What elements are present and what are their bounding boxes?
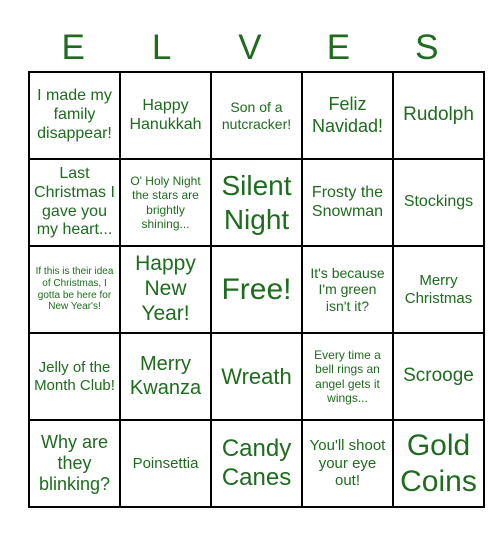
bingo-cell[interactable]: Last Christmas I gave you my heart... <box>28 158 121 247</box>
bingo-cell[interactable]: O' Holy Night the stars are brightly shi… <box>119 158 212 247</box>
bingo-cell[interactable]: Happy Hanukkah <box>119 71 212 160</box>
bingo-row: Why are they blinking? Poinsettia Candy Ca… <box>28 419 485 508</box>
bingo-row: I made my family disappear! Happy Hanukka… <box>28 71 485 160</box>
bingo-cell[interactable]: Frosty the Snowman <box>301 158 394 247</box>
bingo-cell[interactable]: If this is their idea of Christmas, I go… <box>28 245 121 334</box>
bingo-cell[interactable]: Merry Kwanza <box>119 332 212 421</box>
bingo-cell[interactable]: Candy Canes <box>210 419 303 508</box>
header-letter: E <box>61 28 85 67</box>
header-letter: S <box>415 28 439 67</box>
bingo-row: If this is their idea of Christmas, I go… <box>28 245 485 334</box>
bingo-grid: I made my family disappear! Happy Hanukka… <box>28 71 485 508</box>
bingo-cell[interactable]: You'll shoot your eye out! <box>301 419 394 508</box>
bingo-cell[interactable]: Why are they blinking? <box>28 419 121 508</box>
bingo-cell[interactable]: Son of a nutcracker! <box>210 71 303 160</box>
bingo-row: Last Christmas I gave you my heart... O' … <box>28 158 485 247</box>
bingo-row: Jelly of the Month Club! Merry Kwanza Wrea… <box>28 332 485 421</box>
header-letter: E <box>326 28 351 67</box>
bingo-cell[interactable]: Happy New Year! <box>119 245 212 334</box>
bingo-cell[interactable]: It's because I'm green isn't it? <box>301 245 394 334</box>
bingo-cell[interactable]: Gold Coins <box>392 419 485 508</box>
bingo-cell[interactable]: Silent Night <box>210 158 303 247</box>
bingo-cell[interactable]: Free! <box>210 245 303 334</box>
bingo-cell[interactable]: Stockings <box>392 158 485 247</box>
header-letter: V <box>238 28 262 67</box>
bingo-cell[interactable]: Feliz Navidad! <box>301 71 394 160</box>
bingo-cell[interactable]: Jelly of the Month Club! <box>28 332 121 421</box>
bingo-cell[interactable]: I made my family disappear! <box>28 71 121 160</box>
bingo-cell[interactable]: Poinsettia <box>119 419 212 508</box>
bingo-cell[interactable]: Scrooge <box>392 332 485 421</box>
bingo-cell[interactable]: Rudolph <box>392 71 485 160</box>
header-letter: L <box>151 28 172 67</box>
bingo-cell[interactable]: Wreath <box>210 332 303 421</box>
bingo-cell[interactable]: Every time a bell rings an angel gets it… <box>301 332 394 421</box>
bingo-cell[interactable]: Merry Christmas <box>392 245 485 334</box>
bingo-header: E L V E S <box>29 26 471 70</box>
